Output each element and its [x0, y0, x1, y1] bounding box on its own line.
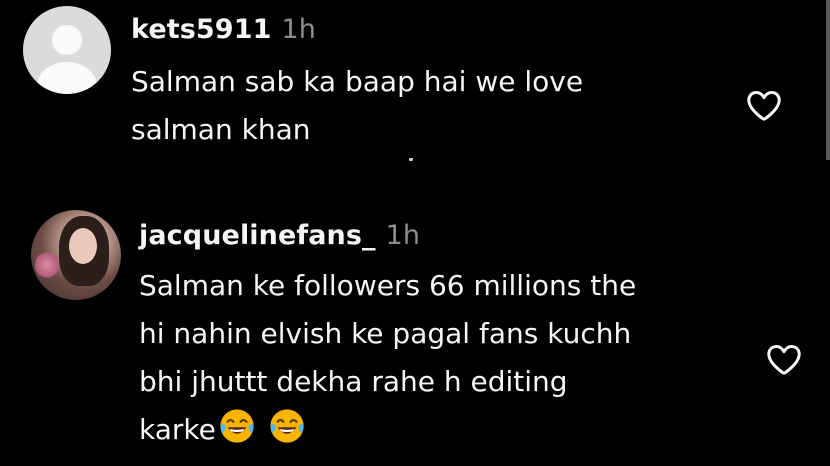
user-avatar[interactable] — [23, 6, 111, 94]
comment-author[interactable]: jacquelinefans_ 1h — [139, 220, 420, 251]
user-avatar[interactable] — [31, 210, 121, 300]
scrollbar[interactable] — [826, 0, 830, 160]
avatar-flowers — [35, 250, 59, 280]
comment-author[interactable]: kets5911 1h — [131, 14, 316, 45]
comment-line: salman khan — [131, 113, 311, 146]
heart-outline-icon[interactable] — [742, 85, 786, 125]
default-avatar-body — [37, 62, 97, 94]
username[interactable]: jacquelinefans_ — [139, 220, 376, 251]
comment-line: karke — [139, 413, 216, 446]
heart-outline-icon[interactable] — [762, 339, 806, 379]
comment-line-last: karke😂 😂 — [139, 406, 636, 454]
comment-text: Salman sab ka baap hai we love salman kh… — [131, 58, 583, 154]
tears-of-joy-emoji-icon: 😂 — [220, 409, 254, 443]
comment-line: bhi jhuttt dekha rahe h editing — [139, 365, 568, 398]
tears-of-joy-emoji-icon: 😂 — [270, 409, 304, 443]
comment-timestamp: 1h — [281, 14, 316, 45]
comment-text: Salman ke followers 66 millions the hi n… — [139, 262, 636, 454]
separator-dot — [409, 158, 413, 161]
avatar-face — [69, 228, 97, 264]
comment-line: Salman ke followers 66 millions the — [139, 269, 637, 302]
username[interactable]: kets5911 — [131, 14, 271, 45]
comment-line: hi nahin elvish ke pagal fans kuchh — [139, 317, 632, 350]
default-avatar-icon — [52, 25, 82, 55]
comment-timestamp: 1h — [385, 220, 421, 251]
comment-line: Salman sab ka baap hai we love — [131, 65, 584, 98]
